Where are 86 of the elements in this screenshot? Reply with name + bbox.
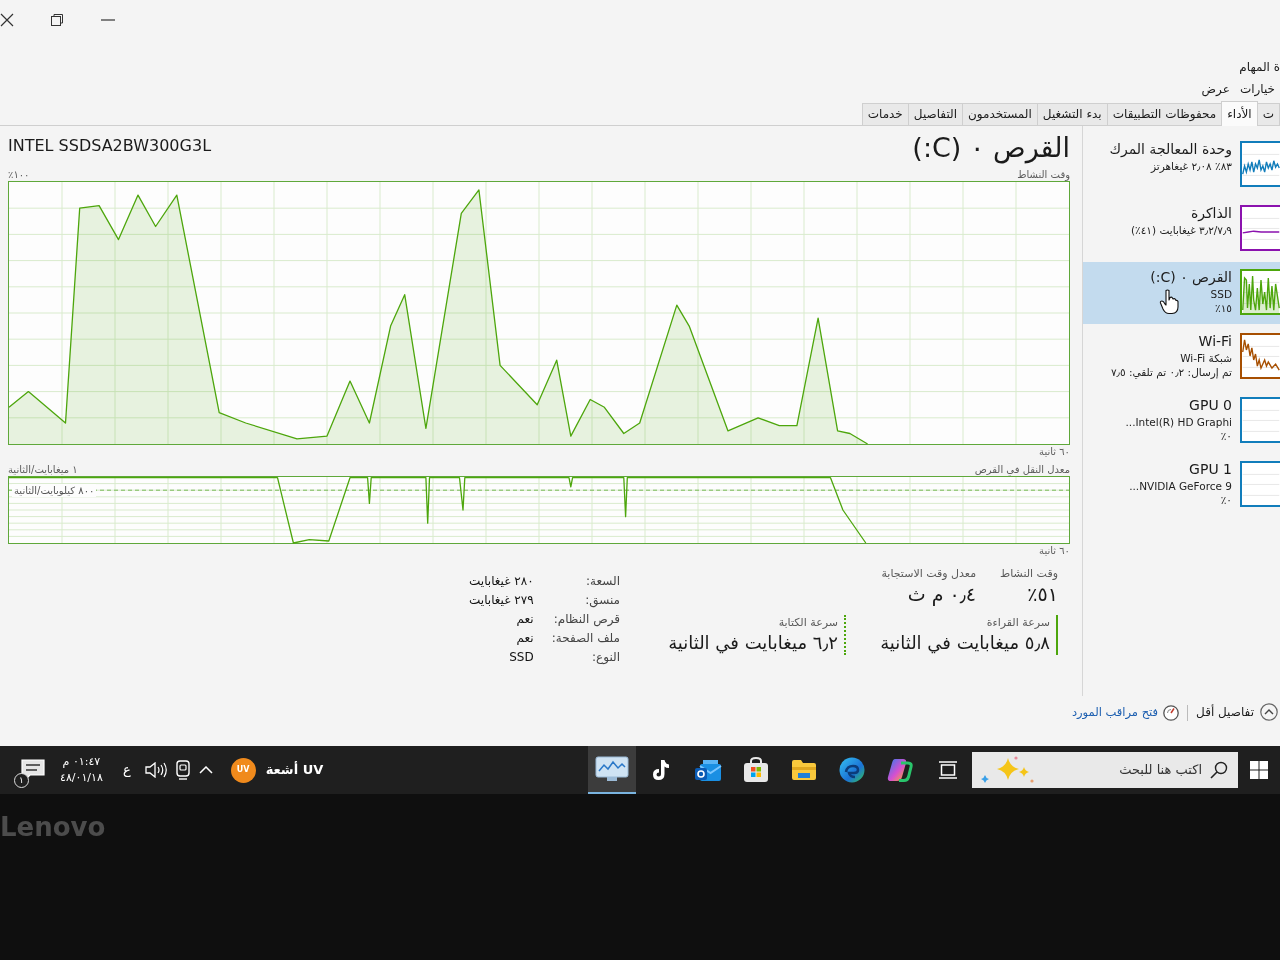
sidebar-item-detail: شبكة Wi-Fi [1180,350,1232,366]
sidebar-item[interactable]: وحدة المعالجة المرك ٨٣٪ ٢٫٠٨ غيغاهرتز [1083,134,1280,196]
graph-title: وقت النشاط [1017,168,1070,182]
axis-label: ٦٠ ثانية [1039,544,1070,559]
speed-value: ٦٫٢ ميغابايت في الثانية [667,631,838,655]
shopping-bag-icon [743,757,769,783]
clock-date[interactable]: ٤٨/٠١/١٨ [60,770,103,786]
tab[interactable]: المستخدمون [962,102,1038,125]
disk-title: القرص ٠ (C:) [912,132,1070,165]
axis-label: ١ ميغابايت/الثانية [8,463,78,477]
language-indicator[interactable]: ع [112,750,141,790]
close-icon [0,13,14,27]
sidebar-item-detail: تم إرسال: ٠٫٢ تم تلقي: ٧٫٥ [1110,365,1232,380]
property-label: ملف الصفحة: [551,630,620,648]
window-title: ة المهام [1239,59,1280,76]
sidebar-item-detail: ٠٪ [1220,429,1232,444]
gauge-icon [1163,704,1180,721]
fewer-details-button[interactable]: تفاصيل أقل [1196,703,1278,721]
property-value: ٢٨٠ غيغابايت [469,573,534,591]
search-bar[interactable]: اكتب هنا للبحث [972,752,1238,788]
sidebar-item-title: القرص ٠ (C:) [1150,269,1232,287]
clock-time[interactable]: ٠١:٤٧ م [62,754,101,770]
sidebar-item-detail: ٠٪ [1220,493,1232,508]
sidebar-item-title: Wi-Fi [1198,333,1232,351]
search-field[interactable]: اكتب هنا للبحث [1042,760,1202,780]
tab[interactable]: محفوظات التطبيقات [1106,102,1223,125]
property-label: السعة: [585,573,620,591]
restore-icon [50,13,64,27]
chevron-up-icon [198,766,213,774]
stat-label: وقت النشاط [1000,566,1058,583]
stat-value: ٥١٪ [1026,582,1058,607]
axis-label: ١٠٠٪ [8,168,30,182]
folder-icon [791,759,817,781]
sidebar-item-detail: NVIDIA GeForce 9... [1129,478,1232,494]
menu-item[interactable]: خيارات [1234,79,1280,99]
windows-logo-icon [1250,761,1268,779]
tab[interactable]: الأداء [1221,100,1258,126]
speed-label: سرعة الكتابة [777,614,838,631]
menu-item[interactable]: عرض [1196,79,1235,99]
sidebar-item[interactable]: الذاكرة ٣٫٢/٧٫٩ غيغابايت (٤١٪) [1083,198,1280,260]
chevron-up-circle-icon [1260,703,1278,721]
search-icon [1210,761,1228,779]
property-label: النوع: [591,649,620,667]
resource-monitor-link[interactable]: فتح مراقب المورد [1071,704,1180,722]
tab[interactable]: التفاصيل [907,102,964,125]
window-frame-icon [938,761,958,779]
property-value: نعم [515,630,534,648]
axis-label: ٦٠ ثانية [1039,445,1070,460]
property-label: منسق: [584,592,620,610]
notifications-button[interactable]: ١ [16,750,50,790]
envelope-icon [694,758,722,782]
sidebar-item-detail: SSD [1210,286,1232,302]
notification-count: ١ [14,773,29,788]
tab[interactable]: بدء التشغيل [1036,102,1108,125]
bezel-logo: Lenovo [0,812,106,842]
sidebar-item-detail: ٨٣٪ ٢٫٠٨ غيغاهرتز [1151,158,1232,174]
multicolor-ribbon-icon [887,758,913,782]
property-value: نعم [515,611,534,629]
property-value: ٢٧٩ غيغابايت [469,592,534,610]
property-value: SSD [508,649,534,667]
sidebar-item-detail: ٣٫٢/٧٫٩ غيغابايت (٤١٪) [1131,222,1232,238]
sidebar-item-detail: ١٥٪ [1215,301,1232,316]
property-label: قرص النظام: [552,611,620,629]
sidebar-item-title: GPU 1 [1189,461,1232,479]
music-note-icon [650,759,670,781]
speaker-icon [144,762,167,778]
speed-label: سرعة القراءة [985,614,1050,631]
hand-cursor-icon [1159,289,1179,315]
taskbar-app-button[interactable] [588,746,636,794]
minimize-icon [101,19,115,21]
stat-value: ٠٫٤ م ث [906,582,977,607]
camera-frame-icon [174,760,191,780]
monitor-graph-icon [595,756,629,782]
sidebar-item-title: GPU 0 [1189,397,1232,415]
sidebar-item-title: وحدة المعالجة المرك [1109,141,1232,159]
sidebar-item-detail: Intel(R) HD Graphi... [1125,414,1232,430]
stat-label: معدل وقت الاستجابة [881,566,977,583]
swirl-circle-icon [839,757,865,783]
sparkles-icon [980,755,1034,785]
tab[interactable]: ت [1256,102,1280,125]
speed-value: ٥٫٨ ميغابايت في الثانية [879,631,1050,655]
tab[interactable]: خدمات [861,102,909,125]
disk-model: INTEL SSDSA2BW300G3L [8,135,212,157]
weather-widget-label[interactable]: أشعة UV [265,760,324,780]
graph-title: معدل النقل في القرص [974,463,1070,477]
sidebar-item-title: الذاكرة [1190,205,1232,223]
